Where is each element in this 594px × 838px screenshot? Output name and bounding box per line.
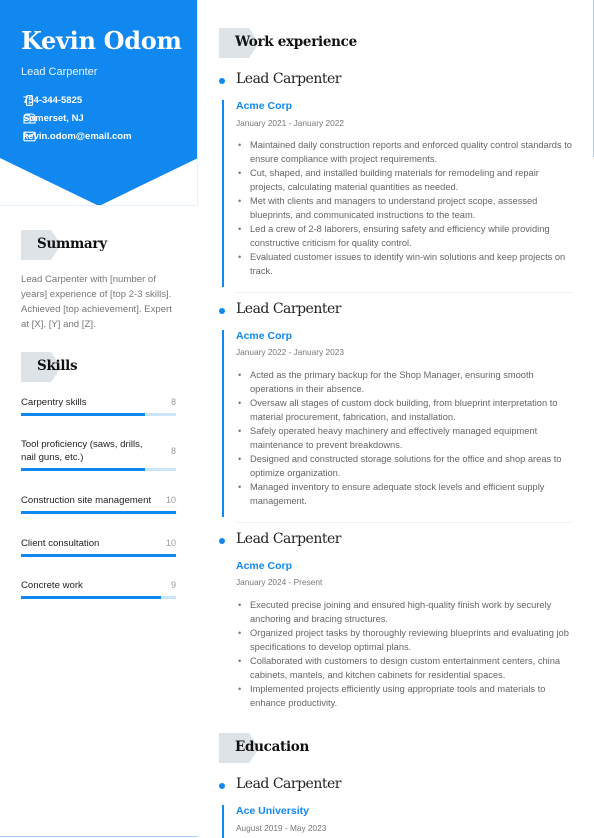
- skill-label: Construction site management: [21, 495, 152, 506]
- job-bullets: Executed precise joining and ensured hig…: [238, 598, 575, 710]
- skill-value: 8: [170, 397, 176, 407]
- mailbox-icon: [23, 113, 36, 124]
- job-bullet: Oversaw all stages of custom dock buildi…: [238, 396, 575, 424]
- email-text: kevin.odom@email.com: [23, 131, 132, 142]
- skill-bar-fill: [21, 596, 161, 599]
- job-bullet: Safely operated heavy machinery and effe…: [238, 424, 575, 452]
- email-icon: [23, 131, 36, 142]
- education-heading: Education: [219, 733, 359, 763]
- skill-item: Construction site management 10: [21, 495, 176, 514]
- skill-bar-fill: [21, 468, 145, 471]
- skills-heading: Skills: [21, 352, 131, 382]
- education-title: Lead Carpenter: [236, 776, 341, 792]
- work-heading: Work experience: [219, 28, 359, 58]
- skill-value: 8: [170, 446, 176, 456]
- entry-divider: [236, 522, 572, 523]
- job-dates: January 2024 - Present: [236, 577, 323, 587]
- timeline-rail: [222, 100, 224, 287]
- job-bullet: Evaluated customer issues to identify wi…: [238, 250, 575, 278]
- job-dates: January 2021 - January 2022: [236, 118, 344, 128]
- skill-label: Client consultation: [21, 538, 100, 549]
- skill-bar-fill: [21, 554, 176, 557]
- skill-bar: [21, 468, 176, 471]
- skills-heading-text: Skills: [37, 358, 78, 374]
- sidebar: Kevin Odom Lead Carpenter 754-344-5825 S…: [0, 0, 198, 838]
- skill-bar: [21, 511, 176, 514]
- job-title: Lead Carpenter: [236, 531, 341, 547]
- skill-bar: [21, 596, 176, 599]
- skill-item: Tool proficiency (saws, drills, nail gun…: [21, 439, 176, 471]
- job-title: Lead Carpenter: [236, 301, 341, 317]
- job-title: Lead Carpenter: [236, 71, 341, 87]
- timeline-dot: [219, 78, 225, 84]
- timeline-rail: [222, 330, 224, 517]
- job-bullet: Managed inventory to ensure adequate sto…: [238, 480, 575, 508]
- timeline-rail: [222, 805, 224, 838]
- phone-icon: [25, 95, 34, 106]
- timeline-dot: [219, 538, 225, 544]
- job-bullet: Executed precise joining and ensured hig…: [238, 598, 575, 626]
- contact-location: Somerset, NJ: [23, 113, 84, 124]
- entry-divider: [236, 292, 572, 293]
- skill-item: Concrete work 9: [21, 580, 176, 599]
- sidebar-bottom-border: [0, 836, 198, 837]
- skill-bar: [21, 413, 176, 416]
- timeline-dot: [219, 783, 225, 789]
- job-bullet: Led a crew of 2-8 laborers, ensuring saf…: [238, 222, 575, 250]
- job-company: Acme Corp: [236, 560, 293, 572]
- job-bullet: Acted as the primary backup for the Shop…: [238, 368, 575, 396]
- job-dates: January 2022 - January 2023: [236, 347, 344, 357]
- contact-phone[interactable]: 754-344-5825: [23, 95, 82, 106]
- skill-bar: [21, 554, 176, 557]
- skill-label: Tool proficiency (saws, drills, nail gun…: [21, 439, 143, 463]
- skill-label: Concrete work: [21, 580, 83, 591]
- profile-header: Kevin Odom Lead Carpenter 754-344-5825 S…: [0, 0, 198, 206]
- education-heading-text: Education: [235, 739, 309, 755]
- job-bullet: Organized project tasks by thoroughly re…: [238, 626, 575, 654]
- candidate-name: Kevin Odom: [21, 26, 182, 55]
- work-heading-text: Work experience: [235, 34, 357, 50]
- timeline-dot: [219, 308, 225, 314]
- job-bullet: Met with clients and managers to underst…: [238, 194, 575, 222]
- job-bullet: Maintained daily construction reports an…: [238, 138, 575, 166]
- skill-value: 10: [165, 495, 176, 505]
- job-bullet: Designed and constructed storage solutio…: [238, 452, 575, 480]
- skill-bar-fill: [21, 511, 176, 514]
- job-bullet: Cut, shaped, and installed building mate…: [238, 166, 575, 194]
- job-bullets: Acted as the primary backup for the Shop…: [238, 368, 575, 508]
- job-bullets: Maintained daily construction reports an…: [238, 138, 575, 278]
- skill-value: 9: [170, 580, 176, 590]
- skill-item: Carpentry skills 8: [21, 397, 176, 416]
- contact-email[interactable]: kevin.odom@email.com: [23, 131, 132, 142]
- candidate-role: Lead Carpenter: [21, 66, 98, 78]
- job-company: Acme Corp: [236, 330, 293, 342]
- job-bullet: Collaborated with customers to design cu…: [238, 654, 575, 682]
- summary-heading: Summary: [21, 230, 131, 260]
- skill-item: Client consultation 10: [21, 538, 176, 557]
- education-dates: August 2019 - May 2023: [236, 823, 327, 833]
- skill-label: Carpentry skills: [21, 397, 87, 408]
- education-school: Ace University: [236, 805, 309, 817]
- job-company: Acme Corp: [236, 100, 293, 112]
- summary-text: Lead Carpenter with [number of years] ex…: [21, 274, 172, 330]
- skill-value: 10: [165, 538, 176, 548]
- job-bullet: Implemented projects efficiently using a…: [238, 682, 575, 710]
- summary-heading-text: Summary: [37, 236, 107, 252]
- skill-bar-fill: [21, 413, 145, 416]
